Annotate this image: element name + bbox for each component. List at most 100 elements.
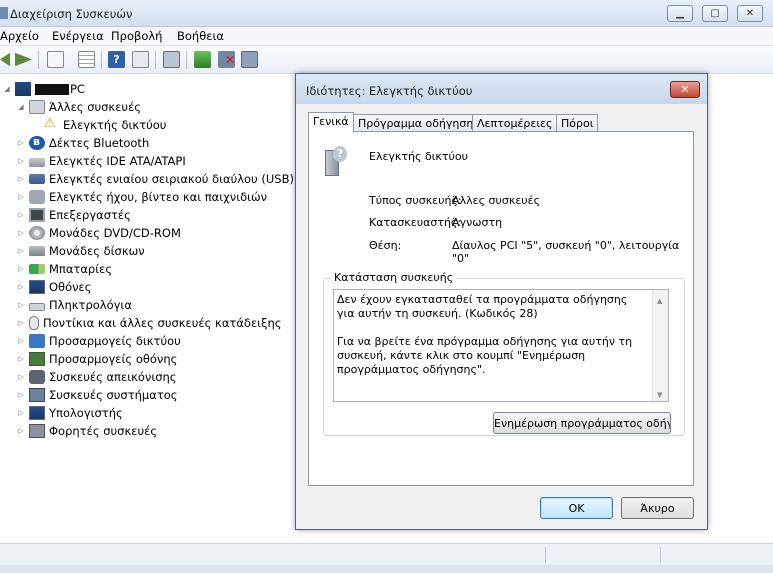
dvd-drive-icon	[29, 226, 45, 240]
menu-help[interactable]: Βοήθεια	[177, 29, 224, 43]
tree-item-label: Μονάδες DVD/CD-ROM	[49, 226, 181, 240]
tree-item-bluetooth[interactable]: ▷ Δέκτες Bluetooth	[16, 134, 149, 152]
tree-item-label: Ελεγκτές ενιαίου σειριακού διαύλου (USB)	[49, 172, 294, 186]
tree-item-display-adapters[interactable]: ▷ Προσαρμογείς οθόνης	[16, 350, 177, 368]
tree-item-processors[interactable]: ▷ Επεξεργαστές	[16, 206, 131, 224]
system-device-icon	[29, 388, 45, 402]
tab-details[interactable]: Λεπτομέρειες	[472, 114, 558, 132]
help-icon[interactable]: ?	[108, 51, 125, 68]
update-driver-button[interactable]: Ενημέρωση προγράμματος οδήγησης	[493, 412, 671, 434]
tree-item-network-adapters[interactable]: ▷ Προσαρμογείς δικτύου	[16, 332, 181, 350]
tree-root[interactable]: ◢ PC	[2, 80, 85, 98]
expand-arrow-icon[interactable]: ▷	[16, 265, 26, 273]
tree-item-batteries[interactable]: ▷ Μπαταρίες	[16, 260, 112, 278]
scroll-up-icon[interactable]: ▲	[657, 294, 662, 308]
menu-file[interactable]: Αρχείο	[0, 29, 39, 43]
expand-arrow-icon[interactable]: ▷	[16, 157, 26, 165]
ok-button[interactable]: OK	[540, 497, 613, 519]
unknown-device-icon	[29, 100, 45, 114]
tree-item-dvd[interactable]: ▷ Μονάδες DVD/CD-ROM	[16, 224, 181, 242]
tree-root-label: PC	[70, 82, 85, 96]
computer-icon	[15, 82, 31, 96]
properties-dialog: Ιδιότητες: Ελεγκτής δικτύου ✕ Γενικά Πρό…	[295, 73, 708, 530]
properties-icon[interactable]	[47, 51, 64, 68]
tree-item-label: Μπαταρίες	[49, 262, 113, 276]
toolbar: ? ✕	[0, 46, 773, 74]
redacted-name	[35, 83, 69, 95]
tree-item-ide[interactable]: ▷ Ελεγκτές IDE ATA/ATAPI	[16, 152, 185, 170]
expand-arrow-icon[interactable]: ▷	[16, 337, 26, 345]
dialog-close-button[interactable]: ✕	[670, 81, 700, 98]
expand-arrow-icon[interactable]: ▷	[16, 229, 26, 237]
tree-item-monitors[interactable]: ▷ Οθόνες	[16, 278, 92, 296]
expand-arrow-icon[interactable]: ▷	[16, 193, 26, 201]
forward-icon[interactable]	[15, 52, 32, 67]
device-name: Ελεγκτής δικτύου	[369, 150, 468, 163]
window-bottom-border	[0, 565, 773, 573]
scan-icon[interactable]	[163, 51, 180, 68]
tree-item-computer[interactable]: ▷ Υπολογιστής	[16, 404, 123, 422]
expand-arrow-icon[interactable]: ▷	[16, 211, 26, 219]
tab-driver[interactable]: Πρόγραμμα οδήγησης	[353, 114, 485, 132]
expand-arrow-icon[interactable]: ▷	[16, 355, 26, 363]
dialog-title: Ιδιότητες: Ελεγκτής δικτύου	[306, 84, 473, 98]
collapse-arrow-icon[interactable]: ◢	[2, 85, 12, 93]
expand-arrow-icon[interactable]: ▷	[16, 283, 26, 291]
maximize-icon: ▢	[710, 8, 720, 19]
expand-arrow-icon[interactable]: ▷	[16, 247, 26, 255]
status-scrollbar[interactable]: ▲ ▼	[652, 290, 668, 401]
computer-icon	[29, 406, 45, 420]
expand-arrow-icon[interactable]: ▷	[16, 301, 26, 309]
collapse-arrow-icon[interactable]: ◢	[16, 103, 26, 111]
expand-arrow-icon[interactable]: ▷	[16, 319, 26, 327]
menu-view[interactable]: Προβολή	[111, 29, 162, 43]
tree-item-usb[interactable]: ▷ Ελεγκτές ενιαίου σειριακού διαύλου (US…	[16, 170, 294, 188]
menu-action[interactable]: Ενέργεια	[52, 29, 104, 43]
close-button[interactable]: ✕	[737, 5, 763, 22]
maximize-button[interactable]: ▢	[702, 5, 728, 22]
expand-arrow-icon[interactable]: ▷	[16, 409, 26, 417]
device-status-textbox[interactable]: Δεν έχουν εγκατασταθεί τα προγράμματα οδ…	[333, 289, 669, 402]
update-driver-icon[interactable]	[194, 51, 211, 68]
processor-icon	[29, 208, 45, 222]
expand-arrow-icon[interactable]: ▷	[16, 391, 26, 399]
network-adapter-icon	[29, 334, 45, 348]
tree-item-label: Υπολογιστής	[49, 406, 123, 420]
minimize-button[interactable]: ▁	[667, 5, 693, 22]
tree-item-label: Συσκευές απεικόνισης	[49, 370, 177, 384]
expand-arrow-icon[interactable]: ▷	[16, 175, 26, 183]
close-icon: ✕	[745, 8, 755, 19]
expand-arrow-icon[interactable]: ▷	[16, 373, 26, 381]
minimize-icon: ▁	[676, 8, 684, 19]
tree-item-portable[interactable]: ▷ Φορητές συσκευές	[16, 422, 157, 440]
tree-item-keyboards[interactable]: ▷ Πληκτρολόγια	[16, 296, 132, 314]
back-icon[interactable]	[0, 52, 10, 67]
tree-item-mice[interactable]: ▷ Ποντίκια και άλλες συσκευές κατάδειξης	[16, 314, 282, 332]
tree-item-imaging[interactable]: ▷ Συσκευές απεικόνισης	[16, 368, 177, 386]
tab-resources[interactable]: Πόροι	[556, 114, 599, 132]
device-tree: ◢ PC ◢ Άλλες συσκευές Ελεγκτής δικτύου ▷…	[0, 78, 300, 538]
tree-item-label: Ελεγκτής δικτύου	[63, 118, 167, 132]
cancel-button[interactable]: Άκυρο	[621, 497, 694, 519]
tab-general[interactable]: Γενικά	[308, 112, 354, 133]
view-icon[interactable]	[132, 51, 149, 68]
sound-device-icon	[29, 190, 45, 204]
monitor-icon	[29, 280, 45, 294]
tree-item-sound[interactable]: ▷ Ελεγκτές ήχου, βίντεο και παιχνιδιών	[16, 188, 267, 206]
tree-item-disk-drives[interactable]: ▷ Μονάδες δίσκων	[16, 242, 144, 260]
list-icon[interactable]	[78, 51, 95, 68]
add-hardware-icon[interactable]	[241, 51, 258, 68]
tree-item-other-devices[interactable]: ◢ Άλλες συσκευές	[16, 98, 141, 116]
display-adapter-icon	[29, 352, 45, 366]
expand-arrow-icon[interactable]: ▷	[16, 139, 26, 147]
scroll-down-icon[interactable]: ▼	[657, 388, 662, 401]
tree-item-label: Επεξεργαστές	[49, 208, 131, 222]
tree-item-system-devices[interactable]: ▷ Συσκευές συστήματος	[16, 386, 178, 404]
expand-arrow-icon[interactable]: ▷	[16, 427, 26, 435]
location-value: Δίαυλος PCI "5", συσκευή "0", λειτουργία…	[452, 239, 680, 265]
mouse-icon	[29, 316, 39, 330]
manufacturer-label: Κατασκευαστής:	[369, 216, 462, 229]
dialog-title-bar: Ιδιότητες: Ελεγκτής δικτύου ✕	[296, 74, 707, 104]
uninstall-icon[interactable]: ✕	[218, 51, 235, 68]
tree-item-network-controller[interactable]: Ελεγκτής δικτύου	[43, 116, 166, 134]
